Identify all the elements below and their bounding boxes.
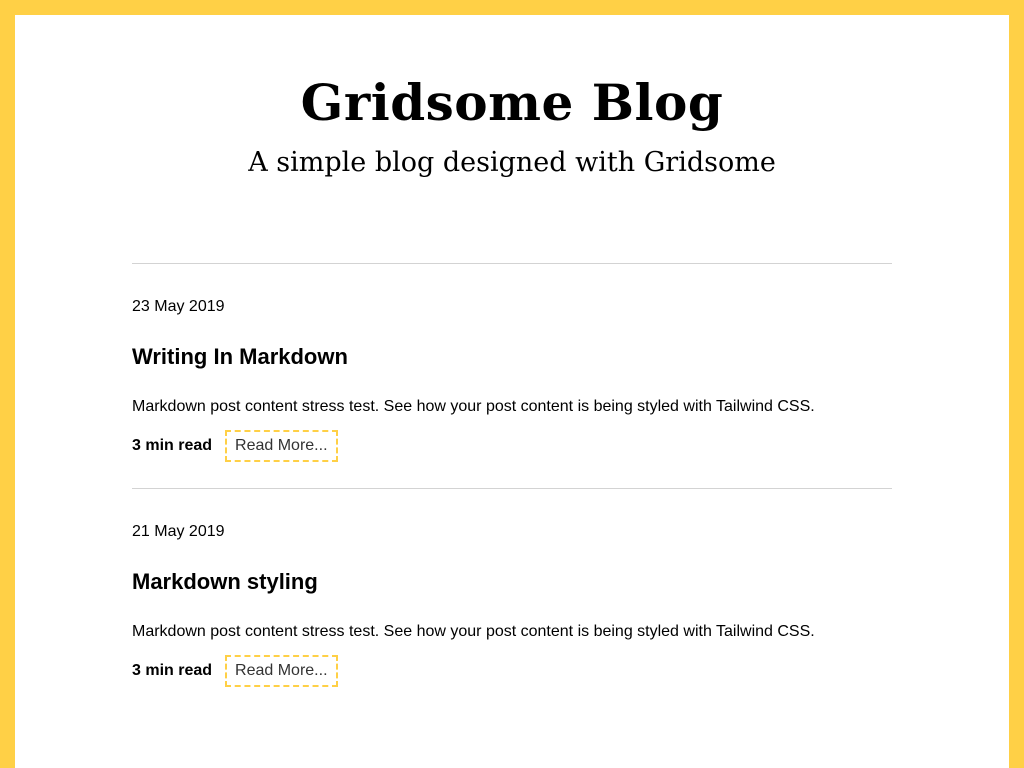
post-excerpt: Markdown post content stress test. See h… <box>132 398 815 415</box>
read-time: 3 min read <box>132 437 213 454</box>
post-list: 23 May 2019 Writing In Markdown Markdown… <box>132 263 892 713</box>
site-title[interactable]: Gridsome Blog <box>15 75 1009 131</box>
read-more-link[interactable]: Read More... <box>225 430 338 462</box>
post-meta: 3 min read Read More... <box>132 653 338 689</box>
page-container: Gridsome Blog A simple blog designed wit… <box>15 15 1009 768</box>
post-card: 21 May 2019 Markdown styling Markdown po… <box>132 488 892 713</box>
post-title[interactable]: Writing In Markdown <box>132 342 348 372</box>
post-meta: 3 min read Read More... <box>132 428 338 464</box>
post-excerpt: Markdown post content stress test. See h… <box>132 623 815 640</box>
post-date: 21 May 2019 <box>132 523 225 540</box>
site-subtitle: A simple blog designed with Gridsome <box>248 147 776 178</box>
read-more-link[interactable]: Read More... <box>225 655 338 687</box>
post-title[interactable]: Markdown styling <box>132 567 318 597</box>
post-date: 23 May 2019 <box>132 298 225 315</box>
read-time: 3 min read <box>132 662 213 679</box>
post-card: 23 May 2019 Writing In Markdown Markdown… <box>132 263 892 488</box>
